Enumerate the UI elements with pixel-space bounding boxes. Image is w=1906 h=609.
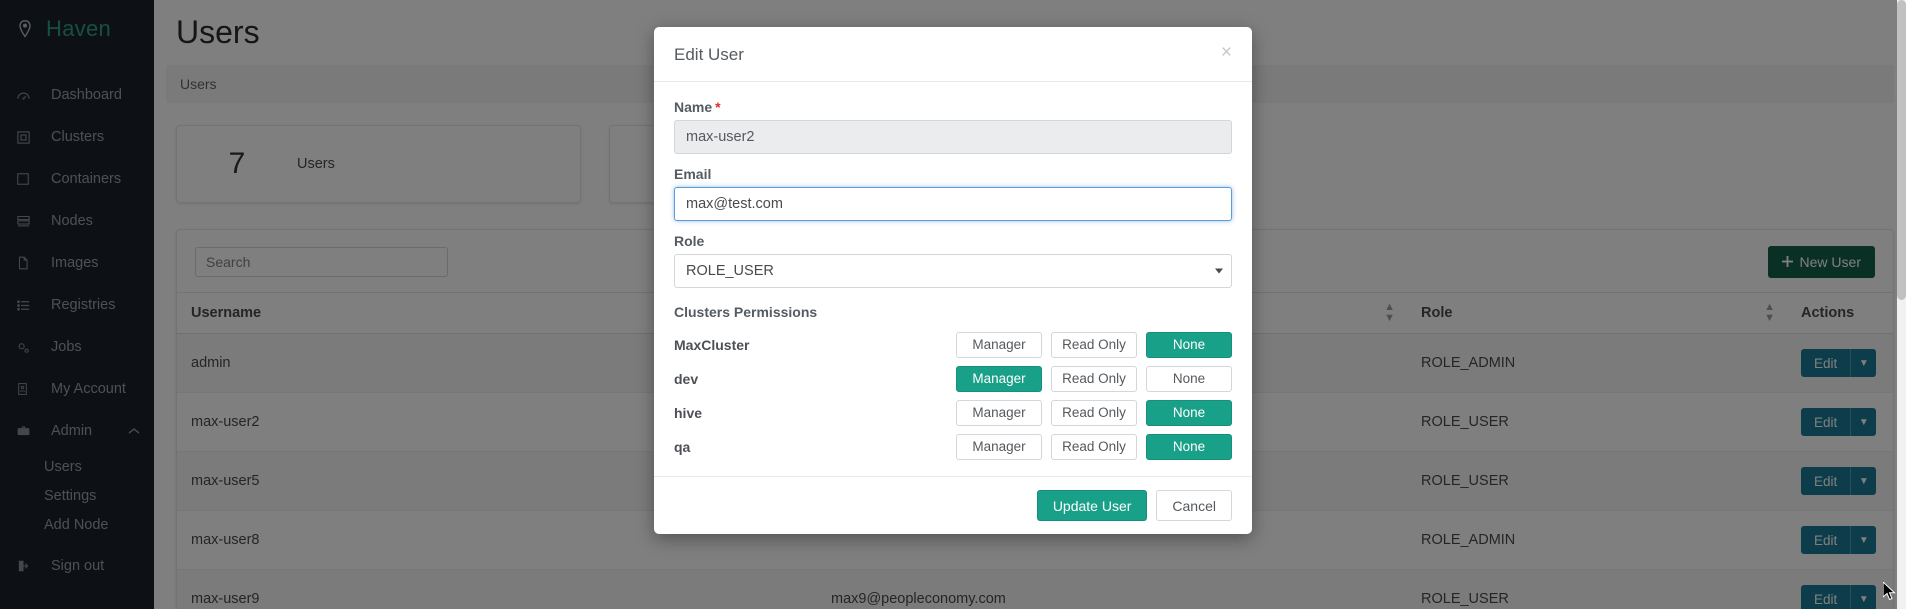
permission-options: Manager Read Only None [956,332,1232,358]
permission-options: Manager Read Only None [956,400,1232,426]
email-input[interactable] [674,187,1232,221]
permission-row-qa: qa Manager Read Only None [674,434,1232,460]
modal-header: Edit User × [654,27,1252,82]
permission-none-button[interactable]: None [1146,332,1232,358]
permission-manager-button[interactable]: Manager [956,332,1042,358]
cluster-name: qa [674,439,956,455]
modal-title: Edit User [674,45,1232,65]
app-root: Haven Dashboard Clusters [0,0,1906,609]
permission-manager-button[interactable]: Manager [956,434,1042,460]
modal-footer: Update User Cancel [654,476,1252,534]
permission-readonly-button[interactable]: Read Only [1051,400,1137,426]
permission-none-button[interactable]: None [1146,434,1232,460]
role-select-wrapper [674,254,1232,288]
permission-manager-button[interactable]: Manager [956,400,1042,426]
name-label-text: Name [674,99,712,115]
email-field-label: Email [674,166,1232,182]
cluster-name: MaxCluster [674,337,956,353]
permission-options: Manager Read Only None [956,366,1232,392]
permission-row-maxcluster: MaxCluster Manager Read Only None [674,332,1232,358]
permission-readonly-button[interactable]: Read Only [1051,366,1137,392]
permission-readonly-button[interactable]: Read Only [1051,332,1137,358]
permission-options: Manager Read Only None [956,434,1232,460]
permission-readonly-button[interactable]: Read Only [1051,434,1137,460]
cancel-button[interactable]: Cancel [1156,490,1232,521]
vertical-scrollbar[interactable] [1897,0,1906,609]
name-field-label: Name* [674,99,1232,115]
required-marker: * [715,99,720,115]
update-user-button[interactable]: Update User [1037,490,1148,521]
edit-user-modal: Edit User × Name* Email Role Clusters Pe… [654,27,1252,534]
scrollbar-thumb[interactable] [1897,0,1906,300]
permission-none-button[interactable]: None [1146,366,1232,392]
permission-none-button[interactable]: None [1146,400,1232,426]
modal-body: Name* Email Role Clusters Permissions Ma… [654,82,1252,476]
cluster-name: hive [674,405,956,421]
clusters-permissions-label: Clusters Permissions [674,304,1232,320]
role-field-label: Role [674,233,1232,249]
cluster-name: dev [674,371,956,387]
permission-row-dev: dev Manager Read Only None [674,366,1232,392]
name-input[interactable] [674,120,1232,154]
permission-manager-button[interactable]: Manager [956,366,1042,392]
permission-row-hive: hive Manager Read Only None [674,400,1232,426]
close-icon[interactable]: × [1217,41,1236,64]
role-select[interactable] [674,254,1232,288]
